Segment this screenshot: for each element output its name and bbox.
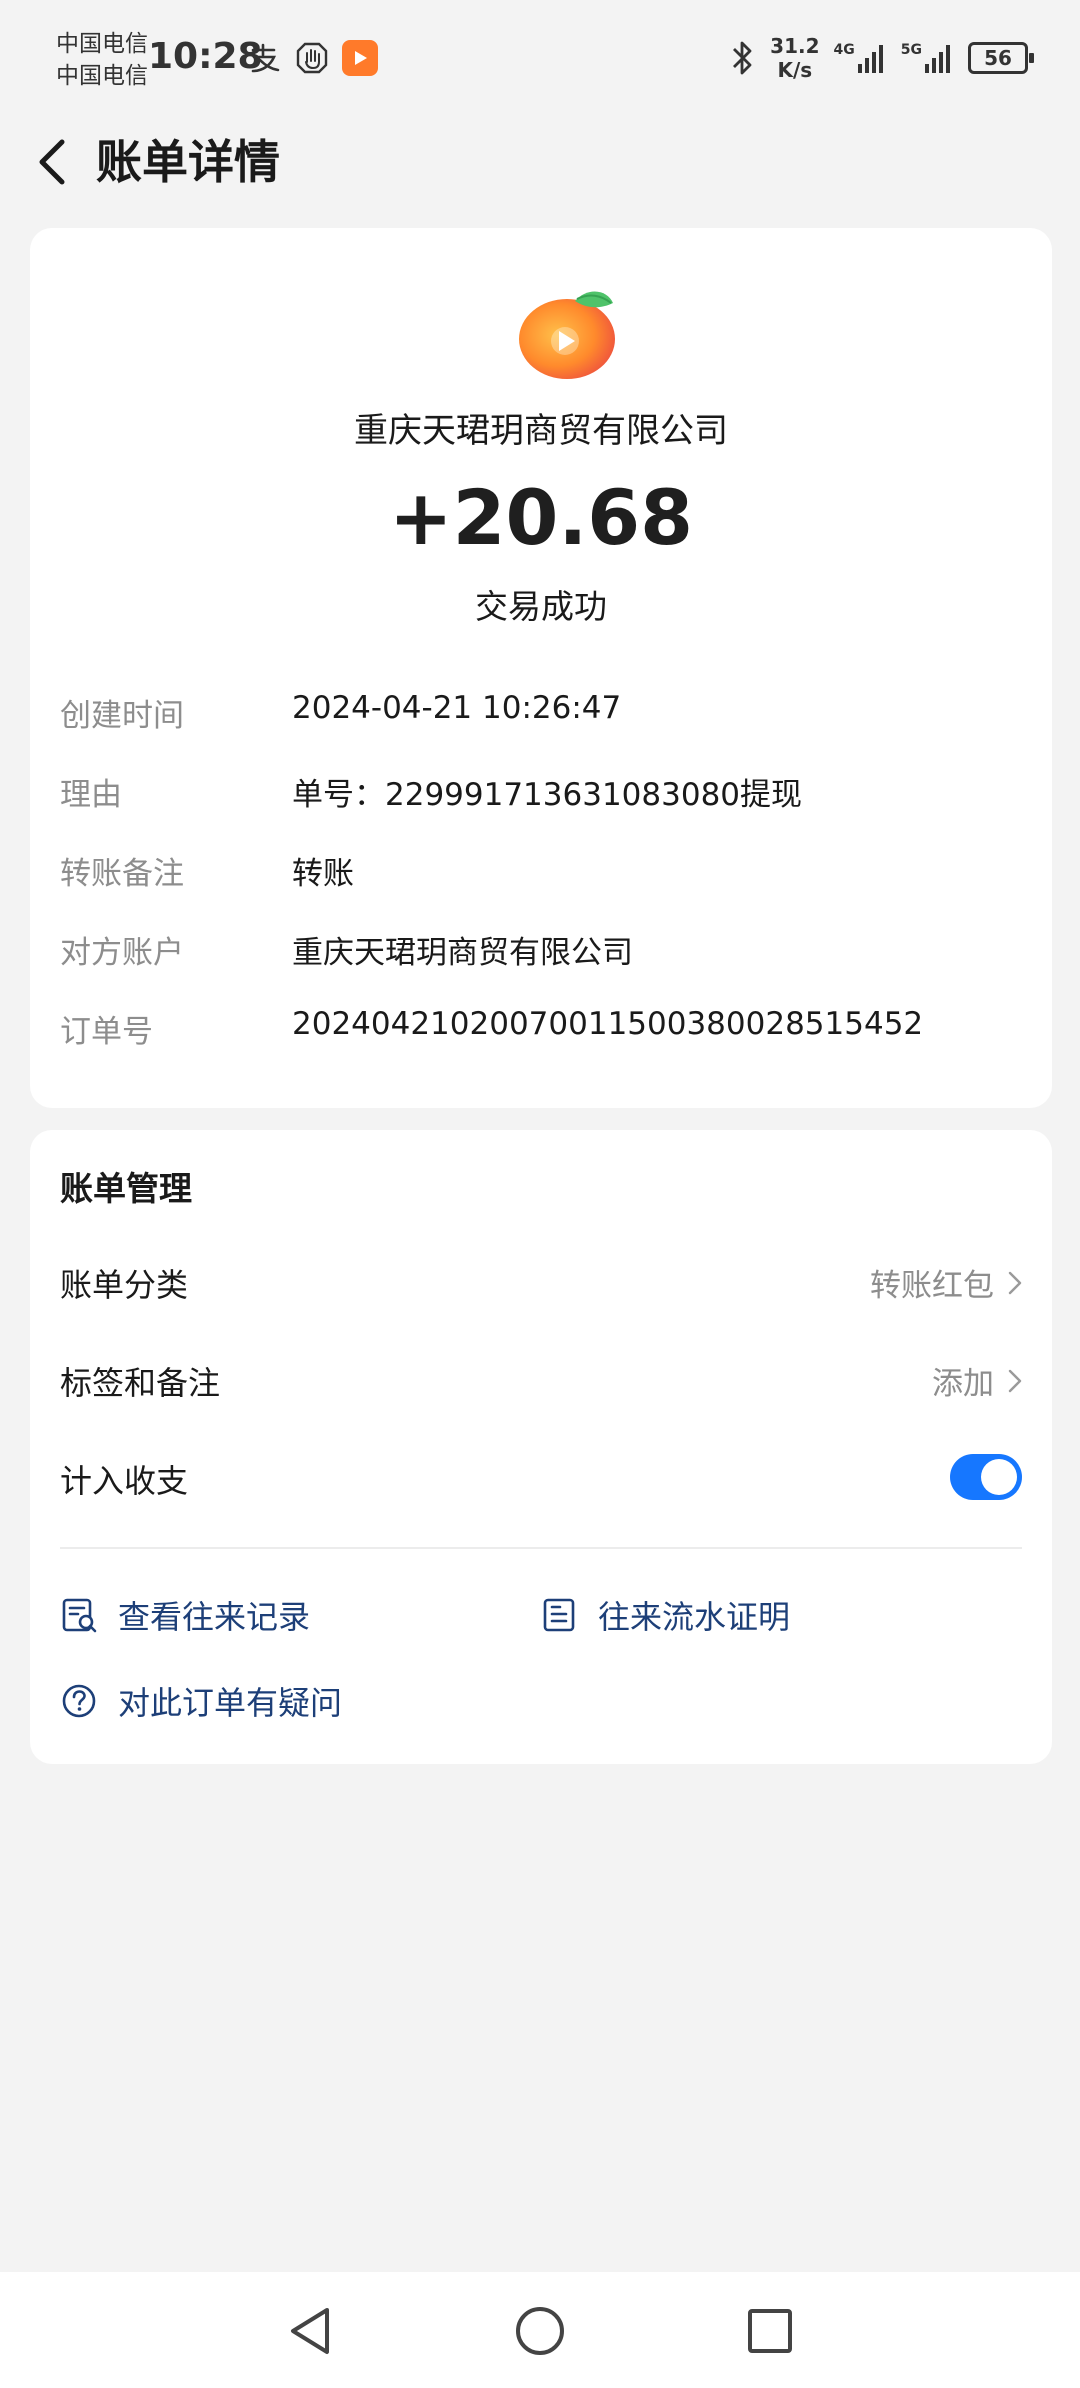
net-type-1: 4G xyxy=(833,42,855,58)
help-circle-icon xyxy=(62,1684,96,1718)
transaction-amount: +20.68 xyxy=(388,473,694,562)
transaction-proof-link[interactable]: 往来流水证明 xyxy=(540,1592,790,1638)
count-in-balance-label: 计入收支 xyxy=(60,1462,189,1500)
nav-recents-button[interactable] xyxy=(735,2296,805,2366)
bluetooth-icon xyxy=(733,41,752,75)
speed-value: 31.2 xyxy=(770,34,820,58)
page-header: 账单详情 xyxy=(0,112,1080,202)
bill-category-label: 账单分类 xyxy=(60,1266,189,1304)
order-question-label: 对此订单有疑问 xyxy=(118,1684,343,1722)
battery-indicator: 56 xyxy=(968,42,1034,74)
signal-icon xyxy=(857,45,883,73)
detail-value: 单号：229991713631083080提现 xyxy=(292,777,803,813)
detail-row-created: 创建时间 2024-04-21 10:26:47 xyxy=(60,690,1022,740)
merchant-logo-icon xyxy=(519,291,615,379)
back-button[interactable] xyxy=(28,132,78,192)
page-title: 账单详情 xyxy=(96,135,280,189)
count-in-balance-row: 计入收支 xyxy=(60,1448,1022,1508)
detail-row-reason: 理由 单号：229991713631083080提现 xyxy=(60,769,1022,819)
net-type-2: 5G xyxy=(900,42,922,58)
signal-2: 5G xyxy=(901,42,954,74)
tags-notes-value: 添加 xyxy=(932,1366,994,1402)
transaction-proof-label: 往来流水证明 xyxy=(598,1598,791,1636)
detail-value: 20240421020070011500380028515452 xyxy=(292,1006,924,1042)
chevron-right-icon xyxy=(1008,1271,1022,1294)
document-icon xyxy=(543,1598,575,1632)
status-icons-right: 31.2 K/s 4G 5G 56 xyxy=(730,34,1034,82)
detail-label: 创建时间 xyxy=(60,698,184,734)
transaction-status: 交易成功 xyxy=(475,587,607,626)
alipay-icon xyxy=(251,43,280,73)
count-in-balance-toggle[interactable] xyxy=(950,1454,1022,1500)
signal-icon xyxy=(925,45,950,73)
status-icons-left xyxy=(248,40,378,76)
carrier-1: 中国电信 xyxy=(56,31,148,57)
detail-value: 转账 xyxy=(292,856,354,892)
signal-1: 4G xyxy=(834,42,887,74)
tags-notes-add[interactable]: 添加 xyxy=(932,1358,1022,1403)
section-title: 账单管理 xyxy=(60,1169,192,1208)
detail-row-order-number: 订单号 20240421020070011500380028515452 xyxy=(60,1006,1022,1056)
network-speed: 31.2 K/s xyxy=(770,34,819,82)
detail-value: 重庆天珺玥商贸有限公司 xyxy=(292,935,633,971)
merchant-name: 重庆天珺玥商贸有限公司 xyxy=(354,411,728,451)
back-arrow-icon xyxy=(39,139,65,185)
detail-label: 订单号 xyxy=(60,1014,153,1050)
screen: 中国电信 中国电信 10:28 31.2 K/s 4G 5G 56 账单详情 重… xyxy=(0,0,1080,2388)
status-bar: 中国电信 中国电信 10:28 31.2 K/s 4G 5G 56 xyxy=(0,0,1080,120)
record-search-icon xyxy=(62,1598,97,1633)
tags-notes-row[interactable]: 标签和备注 添加 xyxy=(60,1350,1022,1410)
bill-management-card: 账单管理 账单分类 转账红包 标签和备注 添加 计入收支 查看往来记录 往来流水… xyxy=(30,1130,1052,1764)
system-nav-bar xyxy=(0,2272,1080,2388)
hand-icon xyxy=(296,42,328,74)
nav-home-button[interactable] xyxy=(505,2296,575,2366)
bill-category-value: 转账红包 xyxy=(870,1268,994,1304)
bill-category-selector[interactable]: 转账红包 xyxy=(870,1260,1022,1305)
chevron-right-icon xyxy=(1008,1369,1022,1392)
triangle-back-icon xyxy=(291,2308,329,2354)
divider xyxy=(60,1547,1022,1549)
square-recents-icon xyxy=(748,2309,792,2353)
detail-value: 2024-04-21 10:26:47 xyxy=(292,690,622,726)
nav-back-button[interactable] xyxy=(275,2296,345,2366)
status-time: 10:28 xyxy=(148,36,263,77)
detail-label: 理由 xyxy=(60,777,122,813)
transaction-card: 重庆天珺玥商贸有限公司 +20.68 交易成功 创建时间 2024-04-21 … xyxy=(30,228,1052,1108)
toggle-knob xyxy=(981,1459,1017,1495)
order-question-link[interactable]: 对此订单有疑问 xyxy=(60,1678,342,1724)
detail-row-remark: 转账备注 转账 xyxy=(60,848,1022,898)
carrier-info: 中国电信 中国电信 xyxy=(56,28,148,92)
tags-notes-label: 标签和备注 xyxy=(60,1364,221,1402)
speed-unit: K/s xyxy=(777,58,813,82)
video-app-icon xyxy=(342,40,378,76)
view-history-link[interactable]: 查看往来记录 xyxy=(60,1592,310,1638)
detail-label: 对方账户 xyxy=(60,935,184,971)
view-history-label: 查看往来记录 xyxy=(118,1598,311,1636)
bill-category-row[interactable]: 账单分类 转账红包 xyxy=(60,1252,1022,1312)
carrier-2: 中国电信 xyxy=(56,63,148,89)
detail-label: 转账备注 xyxy=(60,856,184,892)
detail-row-counterparty: 对方账户 重庆天珺玥商贸有限公司 xyxy=(60,927,1022,977)
circle-home-icon xyxy=(516,2307,564,2355)
